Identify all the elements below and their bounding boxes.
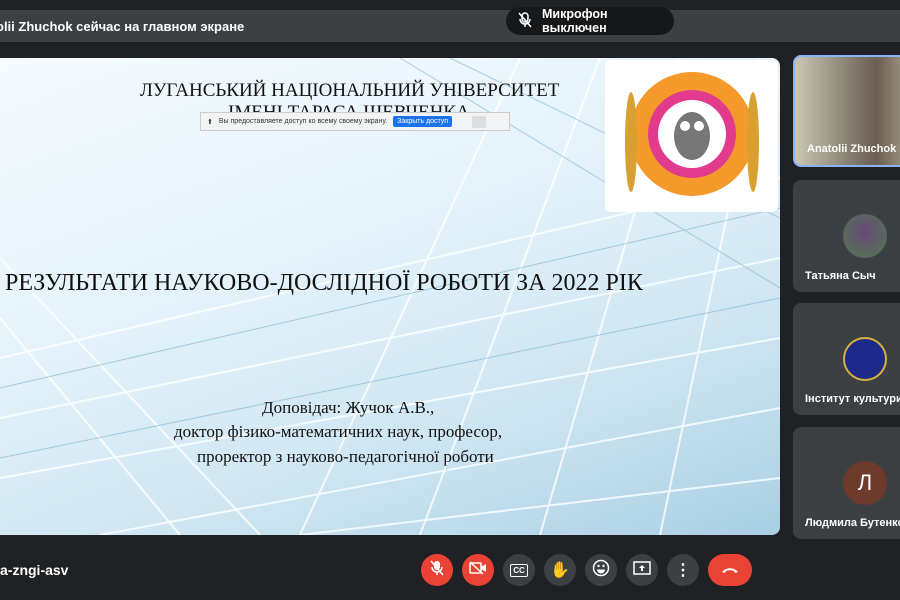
captions-icon: CC	[510, 563, 528, 577]
mic-off-text: Микрофон выключен	[542, 7, 608, 35]
mic-off-icon	[430, 560, 444, 581]
participant-name: Інститут культури	[805, 393, 900, 405]
speaker-line1: Доповідач: Жучок А.В.,	[262, 398, 435, 417]
participant-tile[interactable]: Anatolii Zhuchok	[793, 55, 900, 167]
stop-sharing-button[interactable]: Закрыть доступ	[393, 116, 453, 127]
participant-tile[interactable]: Л Людмила Бутенко	[793, 427, 900, 539]
mic-toggle-button[interactable]	[421, 554, 453, 586]
share-message: Вы предоставляете доступ ко всему своему…	[218, 118, 388, 125]
participant-tile[interactable]: Татьяна Сыч	[793, 180, 900, 292]
avatar-initial: Л	[843, 461, 887, 505]
hand-icon: ✋	[550, 562, 570, 579]
university-line1: ЛУГАНСЬКИЙ НАЦІОНАЛЬНИЙ УНІВЕРСИТЕТ	[140, 80, 560, 101]
emoji-icon	[592, 559, 610, 582]
mic-off-icon	[518, 11, 532, 31]
speaker-line3: проректор з науково-педагогічної роботи	[197, 447, 494, 466]
phone-hangup-icon	[721, 561, 739, 579]
participant-name: Татьяна Сыч	[805, 270, 876, 282]
presenting-text: olii Zhuchok сейчас на главном экране	[0, 18, 245, 34]
more-options-button[interactable]: ⋮	[667, 554, 699, 586]
avatar	[843, 337, 887, 381]
presentation-slide: ЛУГАНСЬКИЙ НАЦІОНАЛЬНИЙ УНІВЕРСИТЕТ ІМЕН…	[0, 58, 780, 535]
mic-off-toast: Микрофон выключен	[506, 7, 674, 35]
present-icon	[633, 560, 651, 580]
participant-name: Anatolii Zhuchok	[807, 143, 897, 155]
minimize-button[interactable]	[472, 115, 487, 128]
meeting-code: a-zngi-asv	[0, 562, 69, 578]
camera-off-icon	[469, 560, 487, 580]
present-screen-button[interactable]	[626, 554, 658, 586]
screen-share-bar: ⬆ Вы предоставляете доступ ко всему свое…	[200, 112, 510, 131]
participant-tile[interactable]: Інститут культури	[793, 303, 900, 415]
speaker-line2: доктор фізико-математичних наук, професо…	[174, 422, 503, 441]
slide-title: РЕЗУЛЬТАТИ НАУКОВО-ДОСЛІДНОЇ РОБОТИ ЗА 2…	[5, 270, 643, 296]
end-call-button[interactable]	[708, 554, 752, 586]
more-vert-icon: ⋮	[675, 562, 691, 579]
avatar	[843, 214, 887, 258]
captions-button[interactable]: CC	[503, 554, 535, 586]
camera-toggle-button[interactable]	[462, 554, 494, 586]
share-screen-icon: ⬆	[207, 118, 213, 126]
participant-name: Людмила Бутенко	[805, 517, 900, 529]
university-logo	[605, 60, 778, 212]
raise-hand-button[interactable]: ✋	[544, 554, 576, 586]
reactions-button[interactable]	[585, 554, 617, 586]
presenting-banner: olii Zhuchok сейчас на главном экране	[0, 10, 900, 42]
